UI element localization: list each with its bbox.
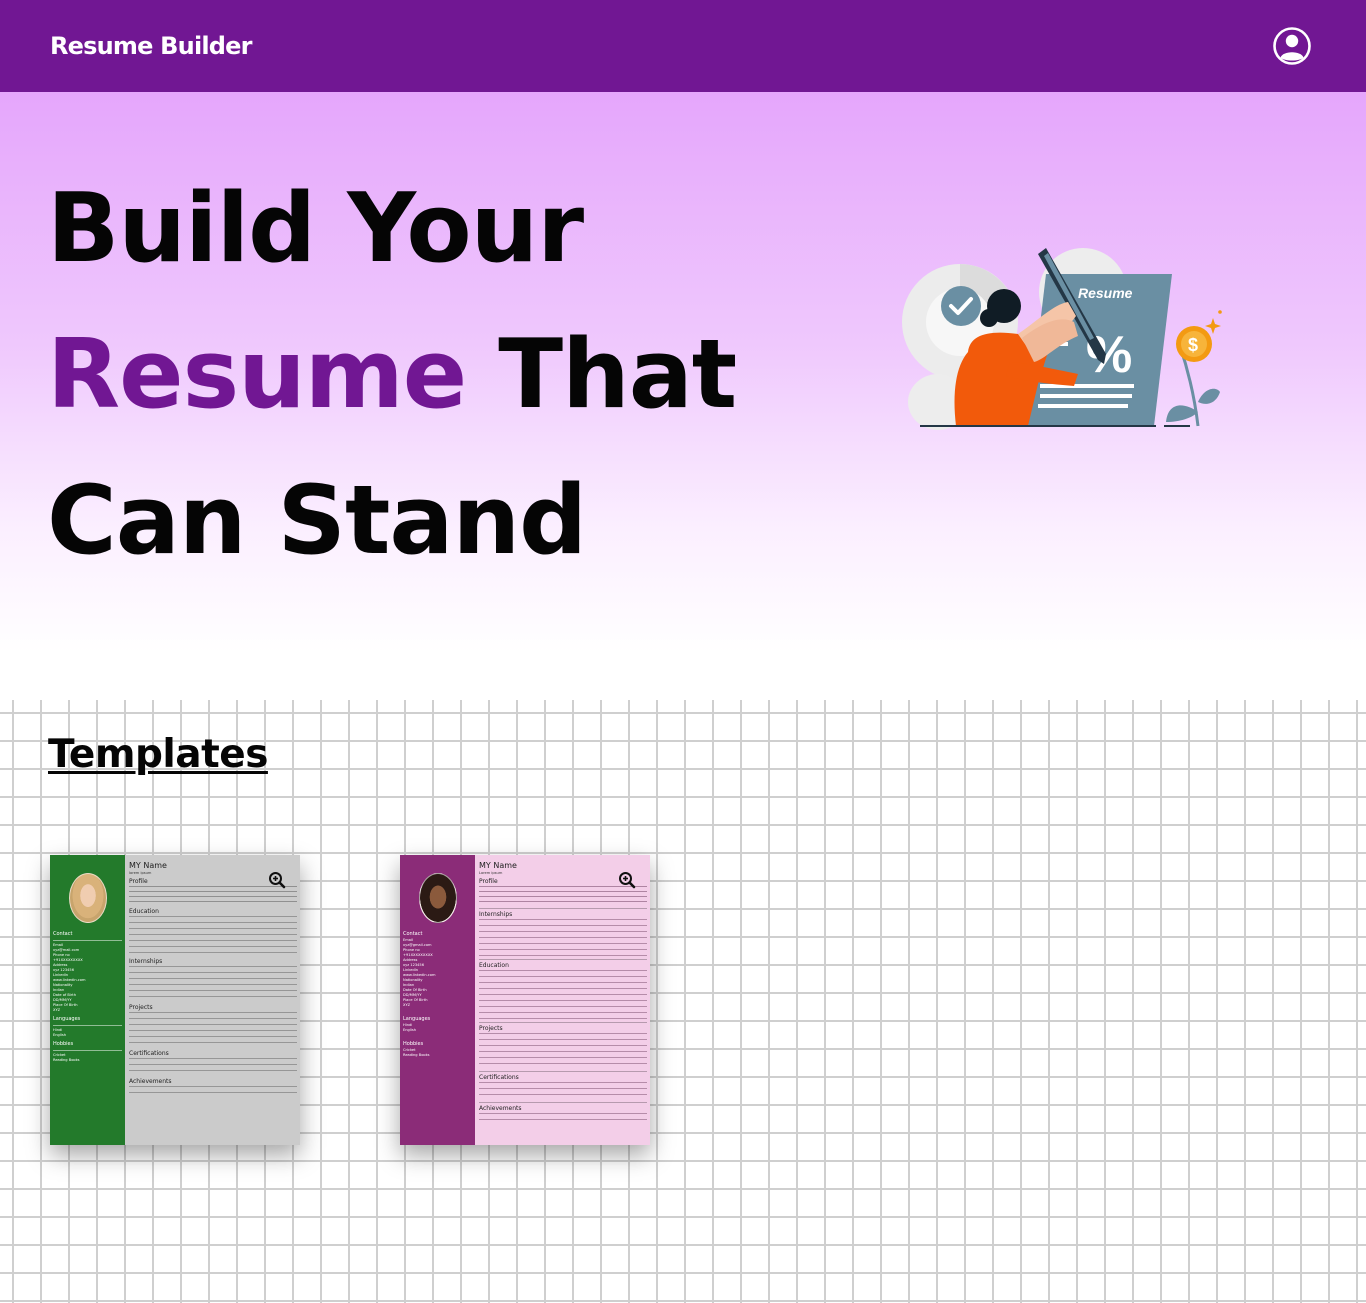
template-side-item: English xyxy=(403,1028,416,1032)
template-section-heading: Education xyxy=(129,908,159,915)
template-section-heading: Achievements xyxy=(129,1078,172,1085)
template-card-green[interactable]: Contact Email xyz@mail.com Phone no +91X… xyxy=(50,855,300,1145)
zoom-in-icon[interactable] xyxy=(618,871,636,889)
template-side-heading: Hobbies xyxy=(53,1041,74,1047)
template-text-block xyxy=(129,1058,297,1076)
templates-title: Templates xyxy=(48,732,268,777)
hero-line-1: Build Your xyxy=(47,174,584,284)
template-text-block xyxy=(129,916,297,956)
template-side-item: Reading Books xyxy=(403,1053,430,1057)
hero-section: Build Your Resume That Can Stand Resume … xyxy=(0,92,1366,652)
hero-title: Build Your Resume That Can Stand xyxy=(47,156,737,594)
template-side-heading: Languages xyxy=(53,1016,81,1022)
template-side-heading: Contact xyxy=(53,931,73,937)
template-sidebar: Contact Email xyz@mail.com Phone no +91X… xyxy=(50,855,125,1145)
template-text-block xyxy=(479,1033,647,1069)
template-side-heading: Contact xyxy=(403,931,423,937)
template-section-heading: Certifications xyxy=(479,1074,519,1081)
template-text-block xyxy=(479,1113,647,1125)
template-side-heading: Languages xyxy=(403,1016,431,1022)
template-text-block xyxy=(129,966,297,1002)
template-text-block xyxy=(129,886,297,906)
template-section-heading: Projects xyxy=(129,1004,153,1011)
template-card-pink[interactable]: Contact Email xyz@gmail.com Phone no +91… xyxy=(400,855,650,1145)
illustration-currency: $ xyxy=(1188,335,1198,355)
template-section-heading: Achievements xyxy=(479,1105,522,1112)
template-section-heading: Education xyxy=(479,962,509,969)
template-avatar xyxy=(68,873,107,923)
brand-logo[interactable]: Resume Builder xyxy=(50,32,253,60)
illustration-resume-label: Resume xyxy=(1078,285,1133,301)
template-main: MY Name lorem ipsum Profile Education In… xyxy=(125,855,300,1145)
template-section-heading: Certifications xyxy=(129,1050,169,1057)
hero-accent-word: Resume xyxy=(47,320,467,430)
zoom-in-icon[interactable] xyxy=(268,871,286,889)
template-text-block xyxy=(129,1086,297,1098)
template-text-block xyxy=(479,886,647,906)
template-avatar xyxy=(418,873,457,923)
hero-line-2: Resume That xyxy=(47,302,737,448)
template-sidebar: Contact Email xyz@gmail.com Phone no +91… xyxy=(400,855,475,1145)
template-text-block xyxy=(479,970,647,1020)
templates-section: Templates Contact Email xyz@mail.com Pho… xyxy=(0,700,1366,1303)
user-circle-icon[interactable] xyxy=(1272,26,1312,66)
template-side-item: XYZ xyxy=(53,1008,61,1012)
template-text-block xyxy=(479,1082,647,1100)
template-text-block xyxy=(129,1012,297,1048)
template-name: MY Name xyxy=(129,861,167,870)
navbar: Resume Builder xyxy=(0,0,1366,92)
template-section-heading: Internships xyxy=(479,911,513,918)
hero-line-3: Can Stand xyxy=(47,466,587,576)
template-side-item: XYZ xyxy=(403,1003,411,1007)
hero-line-2-rest: That xyxy=(466,320,737,430)
resume-illustration: Resume % $ xyxy=(902,248,1222,430)
template-side-item: Reading Books xyxy=(53,1058,80,1062)
template-section-heading: Internships xyxy=(129,958,163,965)
template-text-block xyxy=(479,919,647,957)
template-side-heading: Hobbies xyxy=(403,1041,424,1047)
template-main: MY Name Lorem ipsum Profile Internships … xyxy=(475,855,650,1145)
template-section-heading: Projects xyxy=(479,1025,503,1032)
template-side-item: English xyxy=(53,1033,66,1037)
template-name: MY Name xyxy=(479,861,517,870)
